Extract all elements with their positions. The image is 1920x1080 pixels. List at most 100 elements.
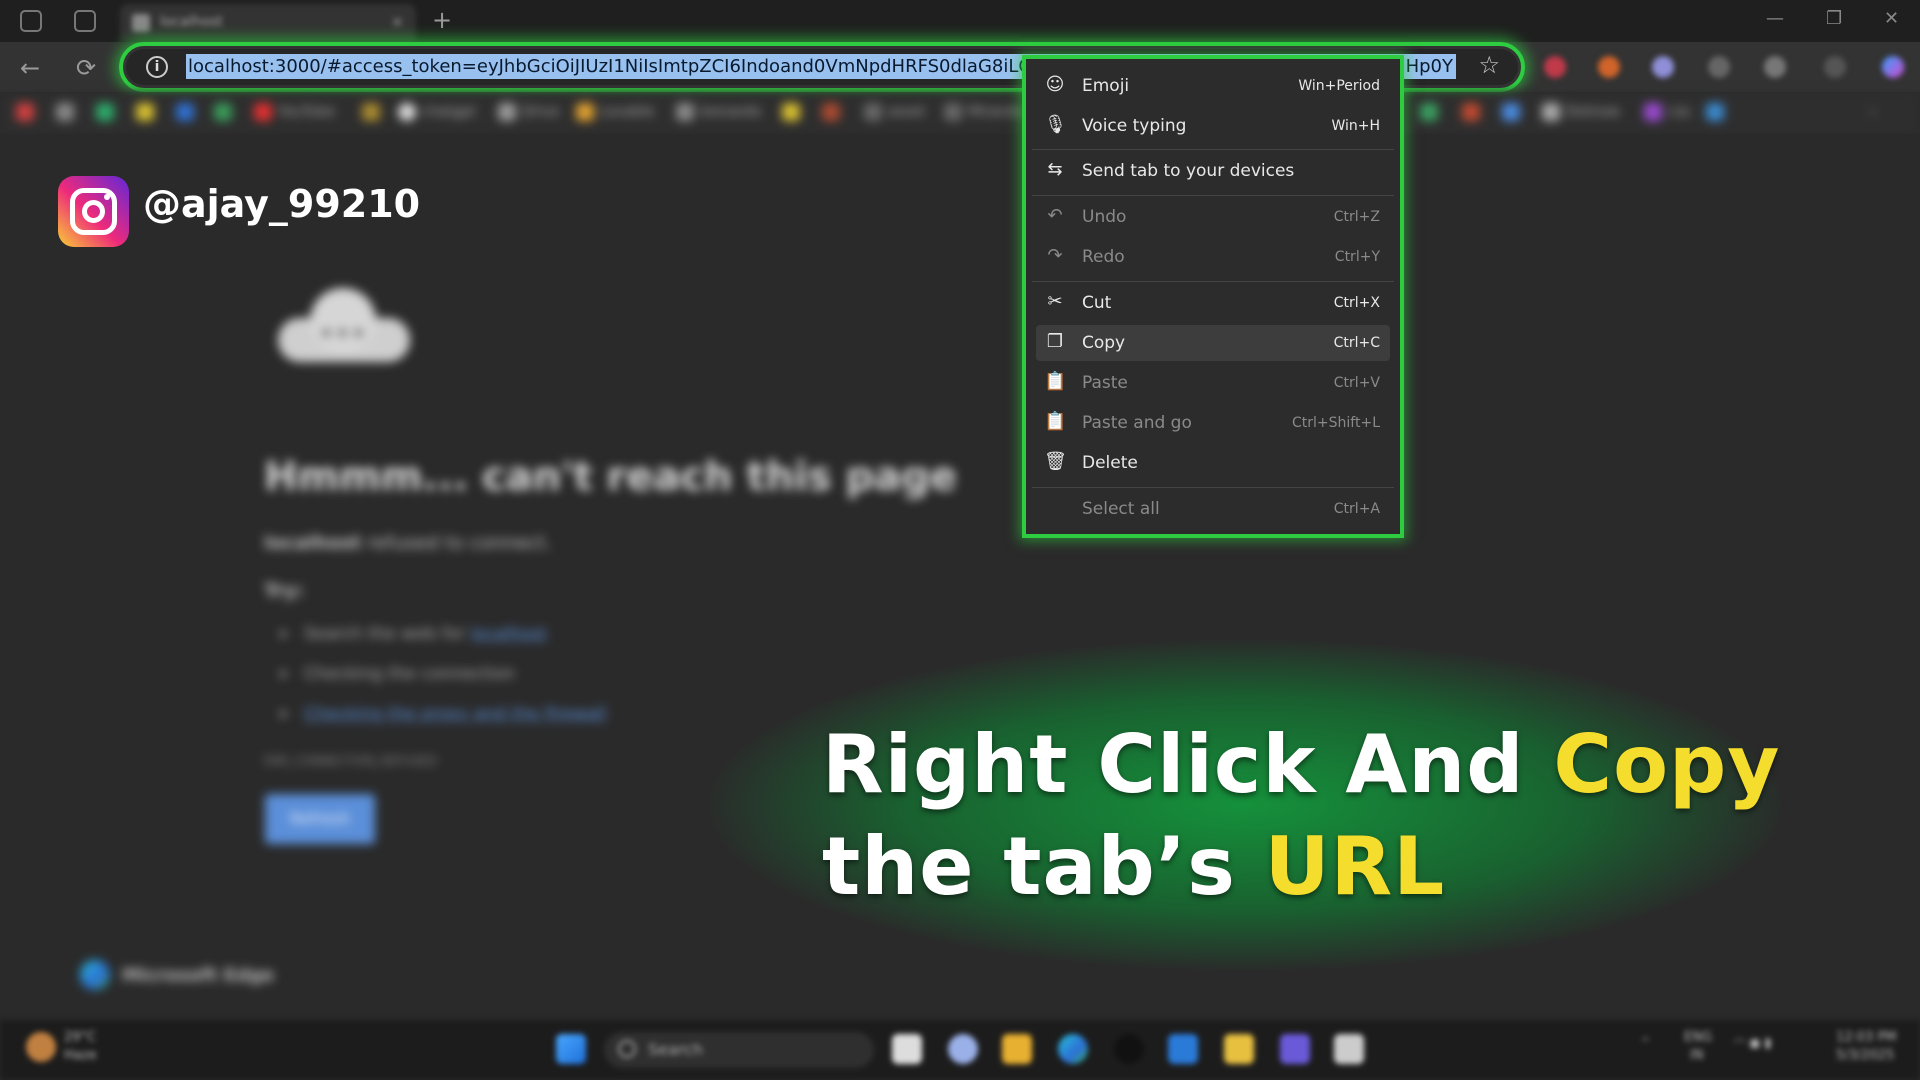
bookmark-item[interactable] <box>176 102 194 122</box>
menu-item-emoji[interactable]: ☺ Emoji Win+Period <box>1036 68 1390 104</box>
menu-item-shortcut: Ctrl+Shift+L <box>1292 415 1380 431</box>
profile-icon[interactable] <box>1764 56 1786 78</box>
taskbar-app-icon[interactable] <box>948 1034 978 1064</box>
menu-item-label: Voice typing <box>1082 116 1187 136</box>
menu-item-label: Undo <box>1082 207 1127 227</box>
tutorial-caption: Right Click And Copy the tab’s URL <box>822 714 1780 918</box>
menu-item-shortcut: Ctrl+V <box>1333 375 1380 391</box>
menu-item-copy[interactable]: ❐ Copy Ctrl+C <box>1036 325 1390 361</box>
menu-item-delete[interactable]: 🗑 Delete <box>1036 445 1390 481</box>
bookmark-item[interactable] <box>136 102 154 122</box>
bookmark-chatgpt[interactable]: chatgpt <box>398 102 476 122</box>
bookmark-youtube[interactable]: YouTube <box>254 102 335 122</box>
wifi-icon[interactable]: ◠ ◼ ▮ <box>1734 1036 1772 1051</box>
bookmark-item[interactable] <box>1420 102 1438 122</box>
copilot-icon[interactable] <box>1882 56 1904 78</box>
start-icon[interactable] <box>556 1034 586 1064</box>
bookmark-drive[interactable]: Drive <box>498 102 559 122</box>
bookmark-asset[interactable]: asset <box>864 102 925 122</box>
bookmark-item[interactable] <box>362 102 380 122</box>
search-icon <box>618 1040 636 1058</box>
bookmark-leonardo[interactable]: leonardo <box>676 102 761 122</box>
bookmark-item[interactable] <box>16 102 34 122</box>
bookmark-item[interactable] <box>56 102 74 122</box>
context-menu: ☺ Emoji Win+Period 🎙 Voice typing Win+H … <box>1022 55 1404 538</box>
restore-icon[interactable]: ❐ <box>1826 8 1842 29</box>
menu-separator <box>1032 487 1394 488</box>
taskbar-app-icon[interactable] <box>892 1034 922 1064</box>
taskbar-app-icon[interactable] <box>1114 1034 1144 1064</box>
bookmark-item[interactable] <box>96 102 114 122</box>
weather-icon[interactable] <box>26 1032 56 1062</box>
menu-item-redo[interactable]: ↷ Redo Ctrl+Y <box>1036 239 1390 275</box>
language-region: IN <box>1690 1048 1704 1063</box>
extension-icon[interactable] <box>1544 56 1566 78</box>
menu-item-label: Paste and go <box>1082 413 1192 433</box>
edge-logo-icon <box>80 960 110 990</box>
menu-item-cut[interactable]: ✂ Cut Ctrl+X <box>1036 285 1390 321</box>
menu-item-undo[interactable]: ↶ Undo Ctrl+Z <box>1036 199 1390 235</box>
tab-close-icon[interactable]: × <box>391 12 404 31</box>
edge-icon[interactable] <box>1058 1034 1088 1064</box>
extension-icon[interactable] <box>1598 56 1620 78</box>
extension-icon[interactable] <box>1652 56 1674 78</box>
site-info-icon[interactable]: i <box>146 56 168 78</box>
bookmark-item[interactable] <box>822 102 840 122</box>
emoji-icon: ☺ <box>1045 74 1065 95</box>
taskbar-search[interactable]: Search <box>604 1032 874 1068</box>
menu-item-label: Redo <box>1082 247 1125 267</box>
search-localhost-link[interactable]: localhost <box>470 624 546 644</box>
browser-tab[interactable]: localhost × <box>120 4 416 42</box>
more-icon[interactable] <box>1824 56 1846 78</box>
back-icon[interactable]: ← <box>20 54 40 82</box>
bookmark-item[interactable] <box>214 102 232 122</box>
error-title: Hmmm... can't reach this page <box>264 454 957 500</box>
bookmarks-more-icon[interactable]: › <box>1870 102 1876 122</box>
tab-actions-icon[interactable] <box>74 10 96 32</box>
taskbar-app-icon[interactable] <box>1334 1034 1364 1064</box>
microphone-icon: 🎙 <box>1044 114 1067 135</box>
taskbar-app-icon[interactable] <box>1280 1034 1310 1064</box>
menu-item-paste[interactable]: 📋 Paste Ctrl+V <box>1036 365 1390 401</box>
menu-item-paste-and-go[interactable]: 📋 Paste and go Ctrl+Shift+L <box>1036 405 1390 441</box>
workspaces-icon[interactable] <box>20 10 42 32</box>
favorite-star-icon[interactable]: ☆ <box>1478 51 1500 79</box>
file-explorer-icon[interactable] <box>1002 1034 1032 1064</box>
taskbar-app-icon[interactable] <box>1224 1034 1254 1064</box>
bookmark-item[interactable] <box>1706 102 1724 122</box>
bookmark-miranda[interactable]: Miranda <box>944 102 1025 122</box>
clock-date: 5/3/2025 <box>1836 1048 1895 1063</box>
menu-item-shortcut: Ctrl+X <box>1333 295 1380 311</box>
menu-item-label: Select all <box>1082 499 1160 519</box>
menu-item-select-all[interactable]: Select all Ctrl+A <box>1036 491 1390 527</box>
taskbar: 29°C Haze Search ⌃ ENG IN ◠ ◼ ▮ 12:03 PM… <box>0 1020 1920 1080</box>
caption-part: the tab’s <box>822 820 1265 913</box>
clock-time[interactable]: 12:03 PM <box>1836 1030 1897 1045</box>
menu-item-shortcut: Ctrl+C <box>1333 335 1380 351</box>
bookmark-item[interactable] <box>1462 102 1480 122</box>
refresh-icon[interactable]: ⟳ <box>76 54 96 82</box>
offline-cloud-icon: ••• <box>278 288 410 378</box>
bookmark-item[interactable] <box>782 102 800 122</box>
scissors-icon: ✂ <box>1047 291 1063 312</box>
try-label: Try: <box>264 580 305 602</box>
vscode-icon[interactable] <box>1168 1034 1198 1064</box>
bookmark-item[interactable] <box>1502 102 1520 122</box>
menu-item-send-tab[interactable]: ⇆ Send tab to your devices <box>1036 153 1390 189</box>
bookmark-lovable[interactable]: Lovable <box>576 102 654 122</box>
new-tab-icon[interactable]: + <box>432 6 452 34</box>
chevron-up-icon[interactable]: ⌃ <box>1640 1036 1651 1051</box>
proxy-firewall-link[interactable]: Checking the proxy and the firewall <box>304 704 606 724</box>
bookmark-dotnow[interactable]: Dotnow <box>1542 102 1620 122</box>
suggestion-item: Search the web for localhost <box>280 624 547 644</box>
language-indicator[interactable]: ENG <box>1684 1030 1712 1045</box>
minimize-icon[interactable]: — <box>1766 8 1784 29</box>
tab-title: localhost <box>160 14 223 30</box>
close-window-icon[interactable]: ✕ <box>1884 8 1899 29</box>
bookmark-css[interactable]: css <box>1644 102 1690 122</box>
settings-icon[interactable] <box>1708 56 1730 78</box>
menu-item-shortcut: Win+Period <box>1298 78 1380 94</box>
refresh-button[interactable]: Refresh <box>265 794 375 844</box>
menu-separator <box>1032 281 1394 282</box>
menu-item-voice-typing[interactable]: 🎙 Voice typing Win+H <box>1036 108 1390 144</box>
